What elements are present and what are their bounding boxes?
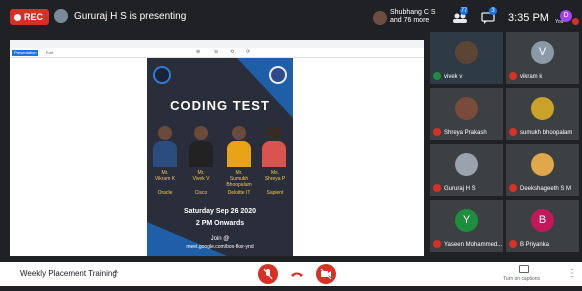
presenting-status: Gururaj H S is presenting: [74, 11, 187, 22]
shared-url-bar: [10, 40, 424, 48]
participant-name: vikram k: [520, 74, 543, 80]
participant-avatar: Y: [455, 209, 478, 232]
record-dot-icon: [14, 13, 21, 21]
captions-icon[interactable]: [519, 265, 529, 273]
more-options-icon[interactable]: ⋮: [567, 268, 577, 279]
participant-tile[interactable]: V vikram k: [506, 32, 579, 84]
participant-tile[interactable]: sumukh bhoopalam: [506, 88, 579, 140]
mic-on-icon: [433, 72, 441, 80]
hang-up-icon: [291, 272, 303, 277]
meeting-title[interactable]: Weekly Placement Training: [20, 269, 117, 278]
participant-photo: [531, 153, 554, 176]
shared-toolbar-edit: Edit: [46, 50, 53, 55]
rotate-right-icon: ⟳: [246, 49, 251, 55]
participant-photo: [455, 153, 478, 176]
speaker-photo: [260, 124, 288, 168]
speaker-company: Cisco: [194, 190, 208, 196]
speaker-company: Sapient: [266, 190, 284, 196]
join-label: Join @: [210, 236, 230, 242]
chat-badge: 3: [489, 7, 497, 15]
mic-muted-icon: [572, 18, 579, 25]
mic-muted-icon: [509, 184, 517, 192]
speaker-name: Mr. Vivek V: [192, 170, 210, 182]
attendee-more: and 76 more: [390, 17, 430, 24]
participant-video: [455, 41, 478, 64]
participant-photo: [455, 97, 478, 120]
mic-muted-icon: [433, 240, 441, 248]
speaker-name: Mr. Vikram K: [154, 170, 176, 182]
speaker-name: Mr. Sumukh Bhoopalam: [226, 170, 252, 188]
camera-toggle-button[interactable]: [316, 264, 336, 284]
speaker-name: Ms. Shreya P: [264, 170, 286, 182]
recording-label: REC: [24, 12, 44, 22]
participant-avatar: V: [531, 41, 554, 64]
participant-tile[interactable]: Y Yaseen Mohammed...: [430, 200, 503, 252]
speaker-company: Oracle: [157, 190, 173, 196]
club-logo: [153, 66, 171, 84]
mic-toggle-button[interactable]: [258, 264, 278, 284]
participant-tile[interactable]: B B Priyanka: [506, 200, 579, 252]
participant-tile[interactable]: vivek v: [430, 32, 503, 84]
you-label: You: [555, 19, 564, 25]
mic-muted-icon: [433, 184, 441, 192]
speaker-company: Deloitte IT: [227, 190, 251, 196]
participant-name: Deekshageeth S M: [520, 186, 572, 192]
participant-tile[interactable]: Gururaj H S: [430, 144, 503, 196]
rotate-left-icon: ⟲: [230, 49, 235, 55]
participant-name: B Priyanka: [520, 242, 550, 248]
speaker-photo: [151, 124, 179, 168]
chevron-up-icon[interactable]: ^: [114, 269, 118, 278]
participant-name: vivek v: [444, 74, 463, 80]
bottom-bar: Weekly Placement Training ^ Turn on capt…: [0, 262, 582, 286]
participant-name: Gururaj H S: [444, 186, 476, 192]
shared-toolbar: Presentation Edit ⊕ ⊖ ⟲ ⟳: [10, 48, 424, 58]
attendee-summary[interactable]: Shubhang C S and 76 more: [390, 9, 436, 25]
mic-off-icon: [263, 268, 273, 280]
participant-photo: [531, 97, 554, 120]
participant-name: Yaseen Mohammed...: [444, 242, 503, 248]
attendee-name: Shubhang C S: [390, 9, 436, 16]
attendee-avatar[interactable]: [373, 11, 387, 25]
participant-tile[interactable]: Deekshageeth S M: [506, 144, 579, 196]
event-date: Saturday Sep 26 2020: [184, 208, 256, 215]
mic-muted-icon: [509, 72, 517, 80]
participant-name: Shreya Prakash: [444, 130, 487, 136]
top-bar: REC Gururaj H S is presenting Shubhang C…: [0, 0, 582, 30]
speaker-photo: [187, 124, 215, 168]
speaker-photo: [225, 124, 253, 168]
zoom-out-icon: ⊖: [214, 49, 219, 55]
poster-title: CODING TEST: [170, 98, 270, 113]
shared-tab: Presentation: [12, 50, 38, 56]
leave-call-button[interactable]: [287, 264, 307, 284]
participant-avatar: B: [531, 209, 554, 232]
meet-link: meet.google.com/box-fkxr-ynd: [186, 244, 254, 250]
shared-screen: Presentation Edit ⊕ ⊖ ⟲ ⟳ CODING TEST Mr…: [10, 40, 424, 256]
mic-muted-icon: [509, 128, 517, 136]
mic-muted-icon: [509, 240, 517, 248]
presenter-avatar: [54, 9, 68, 23]
zoom-in-icon: ⊕: [196, 49, 201, 55]
clock: 3:35 PM: [508, 12, 549, 24]
captions-button[interactable]: Turn on captions: [503, 276, 540, 282]
participant-name: sumukh bhoopalam: [520, 130, 573, 136]
mic-muted-icon: [433, 128, 441, 136]
recording-badge: REC: [10, 9, 50, 25]
participants-count-badge: 77: [460, 7, 468, 15]
camera-off-icon: [320, 268, 332, 280]
event-time: 2 PM Onwards: [195, 220, 245, 227]
participant-tile[interactable]: Shreya Prakash: [430, 88, 503, 140]
event-poster: CODING TEST Mr. Vikram K Mr. Vivek V Mr. Su…: [147, 58, 293, 256]
college-logo: [269, 66, 287, 84]
